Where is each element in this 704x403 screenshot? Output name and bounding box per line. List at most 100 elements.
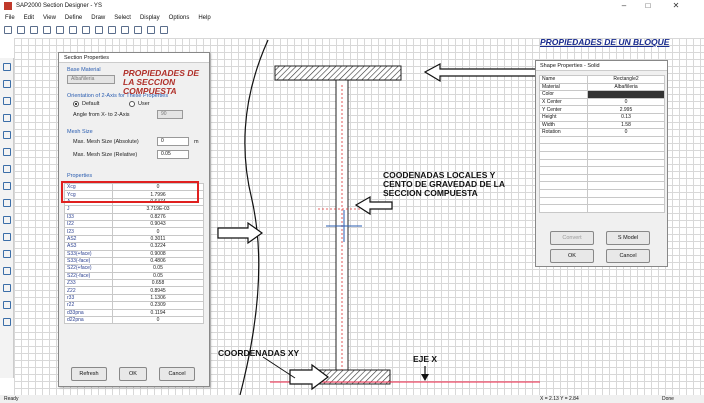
base-material-label: Base Material bbox=[67, 67, 101, 73]
prop-key: r33 bbox=[64, 293, 113, 303]
table-row bbox=[539, 135, 665, 145]
shape-value bbox=[587, 181, 665, 190]
shape-key: Name bbox=[539, 75, 588, 84]
table-row: S33(+face) 0.9008 bbox=[64, 249, 204, 258]
annotation-props-compuesta: PROPIEDADES DE LA SECCION COMPUESTA bbox=[123, 68, 200, 96]
redo-icon[interactable] bbox=[30, 25, 38, 34]
grid-icon[interactable] bbox=[134, 25, 142, 34]
menu-help[interactable]: Help bbox=[198, 15, 210, 21]
prop-key: r22 bbox=[64, 301, 113, 310]
menu-bar: File Edit View Define Draw Select Displa… bbox=[0, 12, 704, 23]
shape-ok-button[interactable]: OK bbox=[550, 249, 594, 263]
prop-value: 1.1306 bbox=[112, 293, 204, 303]
snap-perpendicular-icon[interactable] bbox=[3, 301, 11, 309]
table-row: AS2 0.3011 bbox=[64, 234, 204, 244]
shape-value[interactable]: 0 bbox=[587, 128, 665, 137]
menu-draw[interactable]: Draw bbox=[91, 15, 105, 21]
menu-display[interactable]: Display bbox=[140, 15, 160, 21]
pencil-icon[interactable] bbox=[43, 25, 51, 34]
draw-line-icon[interactable] bbox=[3, 97, 11, 105]
minimize-button[interactable]: – bbox=[612, 0, 636, 12]
table-row bbox=[539, 173, 665, 183]
menu-define[interactable]: Define bbox=[65, 15, 82, 21]
snap-edge-icon[interactable] bbox=[3, 318, 11, 326]
shape-properties-dialog: Shape Properties - Solid Name Rectangle2 … bbox=[535, 60, 668, 267]
annotation-coords-locales: COODENADAS LOCALES Y CENTO DE GRAVEDAD D… bbox=[383, 170, 505, 198]
table-row: Z33 0.658 bbox=[64, 279, 204, 288]
draw-circle-icon[interactable] bbox=[3, 131, 11, 139]
shape-key bbox=[539, 188, 588, 198]
angle-field[interactable]: 90 bbox=[157, 110, 183, 119]
close-button[interactable]: ✕ bbox=[664, 0, 688, 12]
refresh-button[interactable]: Refresh bbox=[71, 367, 107, 381]
align-icon[interactable] bbox=[3, 199, 11, 207]
annotation-coords-xy: COORDENADAS XY bbox=[218, 348, 300, 358]
prop-key: d22pna bbox=[64, 316, 113, 325]
shape-dialog-title: Shape Properties - Solid bbox=[536, 61, 667, 71]
mesh-abs-field[interactable]: 0 bbox=[157, 137, 189, 146]
shape-key bbox=[539, 135, 588, 145]
zoom-in-icon[interactable] bbox=[56, 25, 64, 34]
mesh-rel-field[interactable]: 0.05 bbox=[157, 150, 189, 159]
shape-value[interactable]: 2.995 bbox=[587, 105, 665, 114]
pencil-tool-icon[interactable] bbox=[3, 182, 11, 190]
snap-icon[interactable] bbox=[3, 216, 11, 224]
shape-value[interactable]: Rectangle2 bbox=[587, 75, 665, 84]
snap-midpoint-icon[interactable] bbox=[3, 233, 11, 241]
refresh-icon[interactable] bbox=[121, 25, 129, 34]
menu-edit[interactable]: Edit bbox=[24, 15, 34, 21]
mesh-label: Mesh Size bbox=[67, 129, 93, 135]
prop-value: 0.2309 bbox=[112, 301, 204, 310]
draw-polygon-icon[interactable] bbox=[3, 148, 11, 156]
snap-intersection-icon[interactable] bbox=[3, 250, 11, 258]
snap-grid-icon[interactable] bbox=[3, 267, 11, 275]
status-right: Done bbox=[662, 396, 674, 402]
dialog-title: Section Properties bbox=[59, 53, 209, 63]
status-bar: Ready X = 2.13 Y = 2.84 Done bbox=[0, 395, 704, 403]
select-tool-icon[interactable] bbox=[3, 63, 11, 71]
prop-key: S22(-face) bbox=[64, 271, 113, 281]
shape-value[interactable]: 0 bbox=[587, 97, 665, 107]
menu-select[interactable]: Select bbox=[114, 15, 131, 21]
ok-button[interactable]: OK bbox=[119, 367, 147, 381]
table-row: Width 1.58 bbox=[539, 120, 665, 130]
reshape-tool-icon[interactable] bbox=[3, 80, 11, 88]
zoom-prev-icon[interactable] bbox=[108, 25, 116, 34]
snap-line-icon[interactable] bbox=[3, 284, 11, 292]
table-row bbox=[539, 181, 665, 190]
annotation-props-bloque: PROPIEDADES DE UN BLOQUE bbox=[540, 37, 670, 47]
undo-icon[interactable] bbox=[17, 25, 25, 34]
s-model-button[interactable]: S Model bbox=[606, 231, 650, 245]
properties-label: Properties bbox=[67, 173, 93, 179]
zoom-fit-icon[interactable] bbox=[95, 25, 103, 34]
radio-default[interactable] bbox=[73, 101, 79, 107]
shape-value[interactable]: 0.13 bbox=[587, 112, 665, 122]
radio-user[interactable] bbox=[129, 101, 135, 107]
new-icon[interactable] bbox=[4, 25, 12, 34]
prop-value: 0.4806 bbox=[112, 256, 204, 266]
menu-file[interactable]: File bbox=[5, 15, 15, 21]
shape-cancel-button[interactable]: Cancel bbox=[606, 249, 650, 263]
color-swatch[interactable] bbox=[587, 90, 665, 99]
left-toolstrip bbox=[0, 58, 14, 378]
maximize-button[interactable]: □ bbox=[636, 0, 660, 12]
cancel-button[interactable]: Cancel bbox=[159, 367, 195, 381]
convert-button[interactable]: Convert bbox=[550, 231, 594, 245]
shape-value[interactable]: 1.58 bbox=[587, 120, 665, 130]
shape-value bbox=[587, 188, 665, 198]
shape-key: Width bbox=[539, 120, 588, 130]
draw-rectangle-icon[interactable] bbox=[3, 114, 11, 122]
zoom-out-icon[interactable] bbox=[69, 25, 77, 34]
s-icon[interactable] bbox=[160, 25, 168, 34]
base-material-field[interactable]: Albañileria bbox=[67, 75, 115, 84]
pointer-icon[interactable] bbox=[147, 25, 155, 34]
menu-options[interactable]: Options bbox=[169, 15, 190, 21]
menu-view[interactable]: View bbox=[43, 15, 56, 21]
mesh-rel-label: Max. Mesh Size (Relative) bbox=[73, 152, 138, 158]
mesh-abs-label: Max. Mesh Size (Absolute) bbox=[73, 139, 139, 145]
zoom-window-icon[interactable] bbox=[82, 25, 90, 34]
shape-key: Y Center bbox=[539, 105, 588, 114]
rebar-icon[interactable] bbox=[3, 165, 11, 173]
shape-key: Rotation bbox=[539, 128, 588, 137]
shape-value[interactable]: Albañileria bbox=[587, 82, 665, 92]
